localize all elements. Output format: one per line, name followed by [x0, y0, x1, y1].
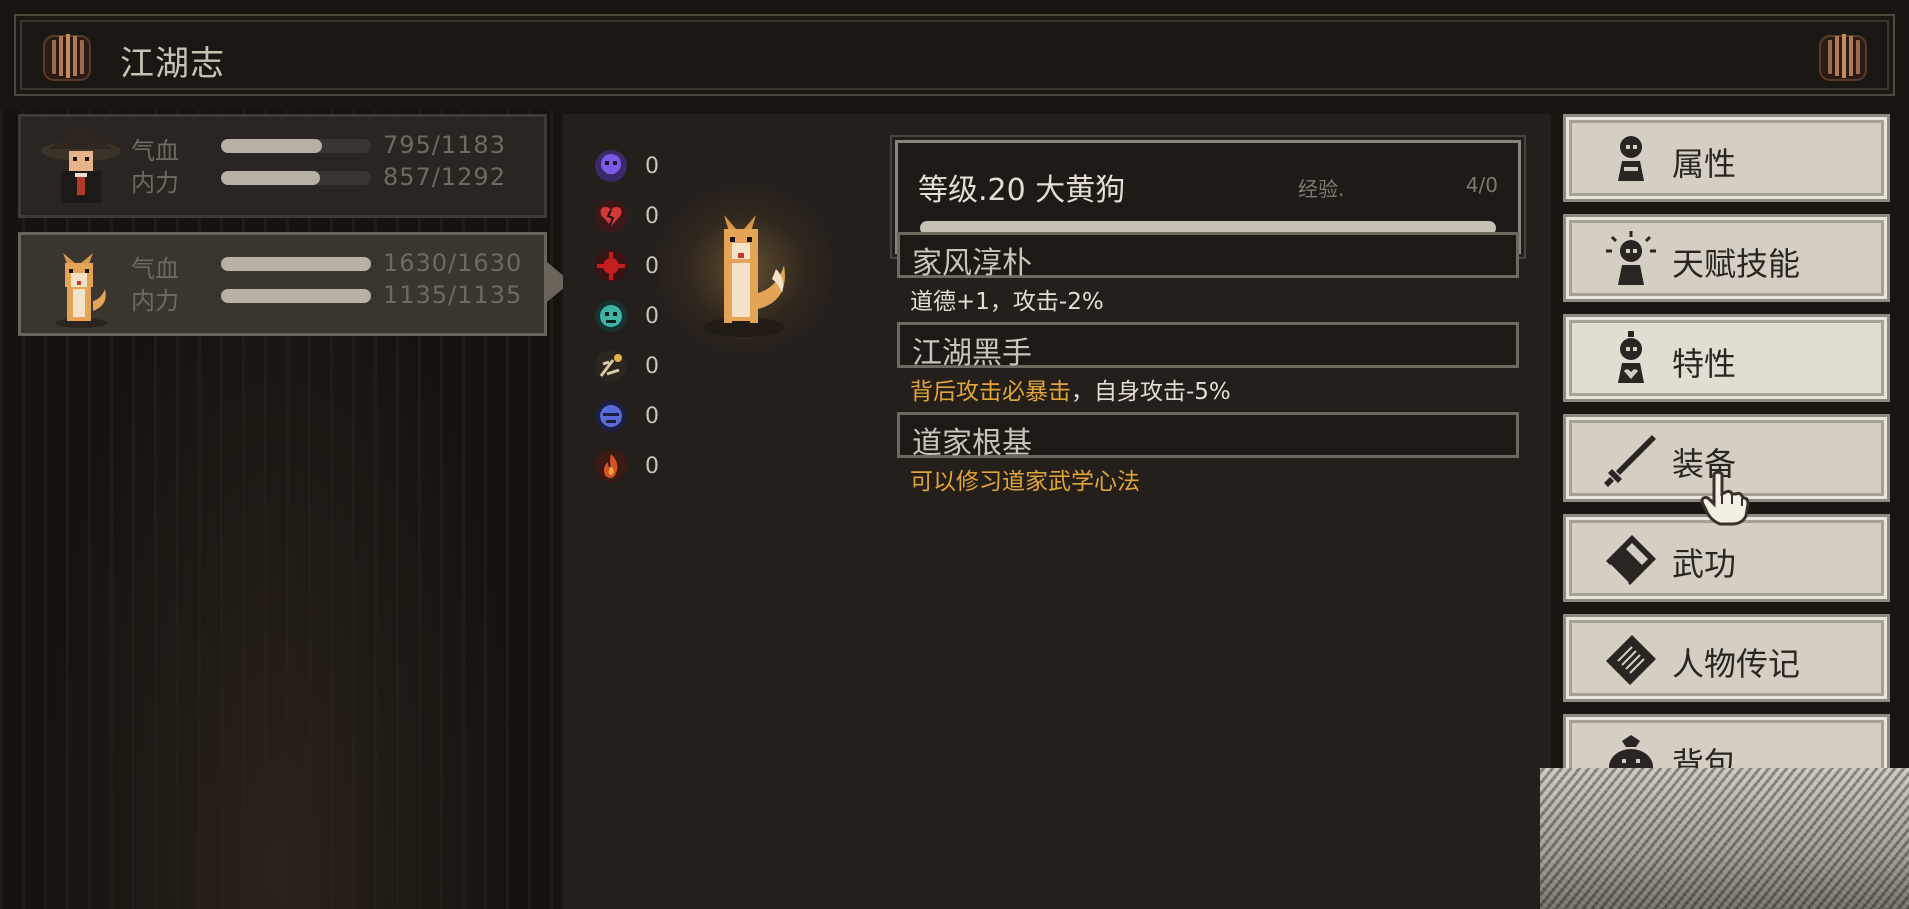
- crest-icon: [1819, 34, 1867, 81]
- menu-label: 人物传记: [1672, 645, 1801, 683]
- hp-label: 气血: [131, 137, 179, 165]
- static-noise-overlay: [1540, 768, 1909, 909]
- hp-bar: [221, 139, 371, 153]
- mp-value: 1135/1135: [383, 281, 523, 309]
- hp-bar: [221, 257, 371, 271]
- trait-description: 背后攻击必暴击，自身攻击-5%: [910, 372, 1231, 406]
- poison-face-icon: [595, 300, 627, 332]
- trait-header: 道家根基: [897, 412, 1519, 461]
- martial-book-icon: [1606, 535, 1656, 585]
- fire-icon: [595, 450, 627, 482]
- mp-bar: [221, 171, 371, 185]
- page-title: 江湖志: [120, 44, 225, 84]
- dizzy-icon: [595, 350, 627, 382]
- hp-value: 795/1183: [383, 131, 506, 159]
- menu-label: 属性: [1672, 145, 1737, 183]
- exp-value: 4/0: [1465, 173, 1498, 197]
- dog-portrait-icon: [55, 253, 107, 328]
- character-detail-panel: 0 0 0 0 0 0 0 等级.20 大黄狗 经验. 4/0 家风淳朴 道德+…: [563, 114, 1551, 909]
- hand-cursor-icon: [1700, 470, 1750, 526]
- talent-figure-icon: [1606, 231, 1656, 285]
- resistance-value: 0: [645, 154, 659, 179]
- menu-attributes-button[interactable]: 属性: [1563, 114, 1890, 202]
- menu-label: 武功: [1672, 545, 1737, 583]
- biography-scroll-icon: [1606, 635, 1656, 685]
- resistance-value: 0: [645, 404, 659, 429]
- trait-description: 道德+1，攻击-2%: [910, 289, 1104, 315]
- sword-icon: [1604, 435, 1656, 487]
- menu-martial-arts-button[interactable]: 武功: [1563, 514, 1890, 602]
- hero-portrait-icon: [41, 127, 121, 203]
- menu-talent-skills-button[interactable]: 天赋技能: [1563, 214, 1890, 302]
- menu-label: 特性: [1672, 345, 1737, 383]
- mp-label: 内力: [131, 169, 179, 197]
- mp-label: 内力: [131, 287, 179, 315]
- blood-splash-icon: [595, 250, 627, 282]
- crest-icon: [43, 34, 91, 81]
- trait-effect-text: ，自身攻击-5%: [1071, 379, 1231, 405]
- title-bar: 江湖志: [14, 14, 1895, 96]
- resistance-value: 0: [645, 354, 659, 379]
- exp-label: 经验.: [1298, 177, 1345, 201]
- broken-heart-icon: [595, 200, 627, 232]
- trait-figure-icon: [1618, 331, 1644, 383]
- trait-name: 江湖黑手: [912, 336, 1032, 371]
- level-name-label: 等级.20 大黄狗: [918, 173, 1126, 208]
- party-member-card[interactable]: 气血 795/1183 内力 857/1292: [18, 114, 547, 218]
- trait-effect-highlight: 背后攻击必暴击: [910, 379, 1071, 405]
- hp-value: 1630/1630: [383, 249, 523, 277]
- menu-biography-button[interactable]: 人物传记: [1563, 614, 1890, 702]
- frost-face-icon: [595, 400, 627, 432]
- skull-icon: [595, 150, 627, 182]
- party-member-card-selected[interactable]: 气血 1630/1630 内力 1135/1135: [18, 232, 547, 336]
- menu-traits-button[interactable]: 特性: [1563, 314, 1890, 402]
- trait-description: 可以修习道家武学心法: [910, 469, 1140, 495]
- mp-bar: [221, 289, 371, 303]
- resistance-value: 0: [645, 454, 659, 479]
- trait-header: 江湖黑手: [897, 322, 1519, 371]
- menu-label: 天赋技能: [1672, 245, 1801, 283]
- mp-value: 857/1292: [383, 163, 506, 191]
- trait-header: 家风淳朴: [897, 232, 1519, 281]
- trait-name: 家风淳朴: [912, 246, 1032, 281]
- party-panel: 气血 795/1183 内力 857/1292 气血 1630/1630 内力 …: [0, 110, 560, 909]
- trait-name: 道家根基: [912, 426, 1032, 461]
- attribute-figure-icon: [1618, 136, 1644, 181]
- dog-sprite-icon: [704, 215, 785, 337]
- hp-label: 气血: [131, 255, 179, 283]
